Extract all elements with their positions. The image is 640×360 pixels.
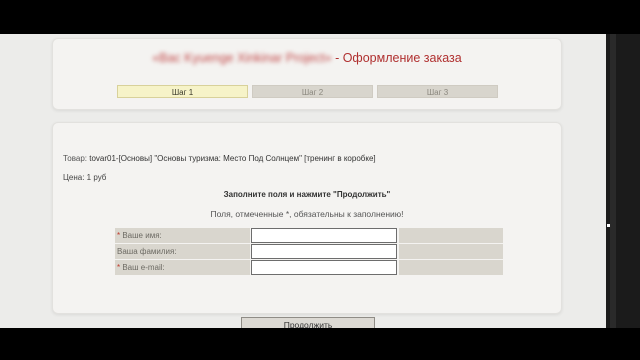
order-header-card: «Bac Kyuenge Xinkinar Project» - Оформле… xyxy=(52,38,562,110)
form-heading: Заполните поля и нажмите "Продолжить" xyxy=(223,190,391,199)
first-name-label-text: Ваше имя: xyxy=(120,231,162,240)
last-name-input[interactable] xyxy=(251,244,397,259)
page-title-suffix: - Оформление заказа xyxy=(331,51,462,65)
email-label: * Ваш e-mail: xyxy=(115,260,250,275)
required-fields-note: Поля, отмеченные *, обязательны к заполн… xyxy=(210,209,404,219)
product-label: Товар: xyxy=(63,154,90,163)
email-input[interactable] xyxy=(251,260,397,275)
price-text: Цена: 1 руб xyxy=(63,173,107,182)
first-name-input[interactable] xyxy=(251,228,397,243)
email-row: * Ваш e-mail: xyxy=(115,260,503,275)
product-line: Товар: tovar01-[Основы] "Основы туризма:… xyxy=(63,154,376,163)
step-1-tab[interactable]: Шаг 1 xyxy=(117,85,248,98)
step-2-tab[interactable]: Шаг 2 xyxy=(252,85,373,98)
order-form-card: Товар: tovar01-[Основы] "Основы туризма:… xyxy=(52,122,562,328)
first-name-hint-cell xyxy=(399,228,503,243)
continue-button[interactable]: Продолжить xyxy=(241,317,375,328)
last-name-row: Ваша фамилия: xyxy=(115,244,503,259)
shop-name-blurred: «Bac Kyuenge Xinkinar Project» xyxy=(152,51,332,65)
first-name-row: * Ваше имя: xyxy=(115,228,503,243)
email-hint-cell xyxy=(399,260,503,275)
last-name-label: Ваша фамилия: xyxy=(115,244,250,259)
window-edge-strip xyxy=(606,34,640,328)
first-name-label: * Ваше имя: xyxy=(115,228,250,243)
last-name-hint-cell xyxy=(399,244,503,259)
scrollbar-track[interactable] xyxy=(610,34,616,328)
step-3-tab[interactable]: Шаг 3 xyxy=(377,85,498,98)
product-name: tovar01-[Основы] "Основы туризма: Место … xyxy=(89,154,376,163)
video-frame: { "header": { "title_blurred": "«Bac Kyu… xyxy=(0,0,640,360)
email-label-text: Ваш e-mail: xyxy=(120,263,165,272)
browser-page: «Bac Kyuenge Xinkinar Project» - Оформле… xyxy=(0,34,606,328)
mouse-cursor-icon xyxy=(607,224,610,227)
page-title: «Bac Kyuenge Xinkinar Project» - Оформле… xyxy=(53,51,561,65)
